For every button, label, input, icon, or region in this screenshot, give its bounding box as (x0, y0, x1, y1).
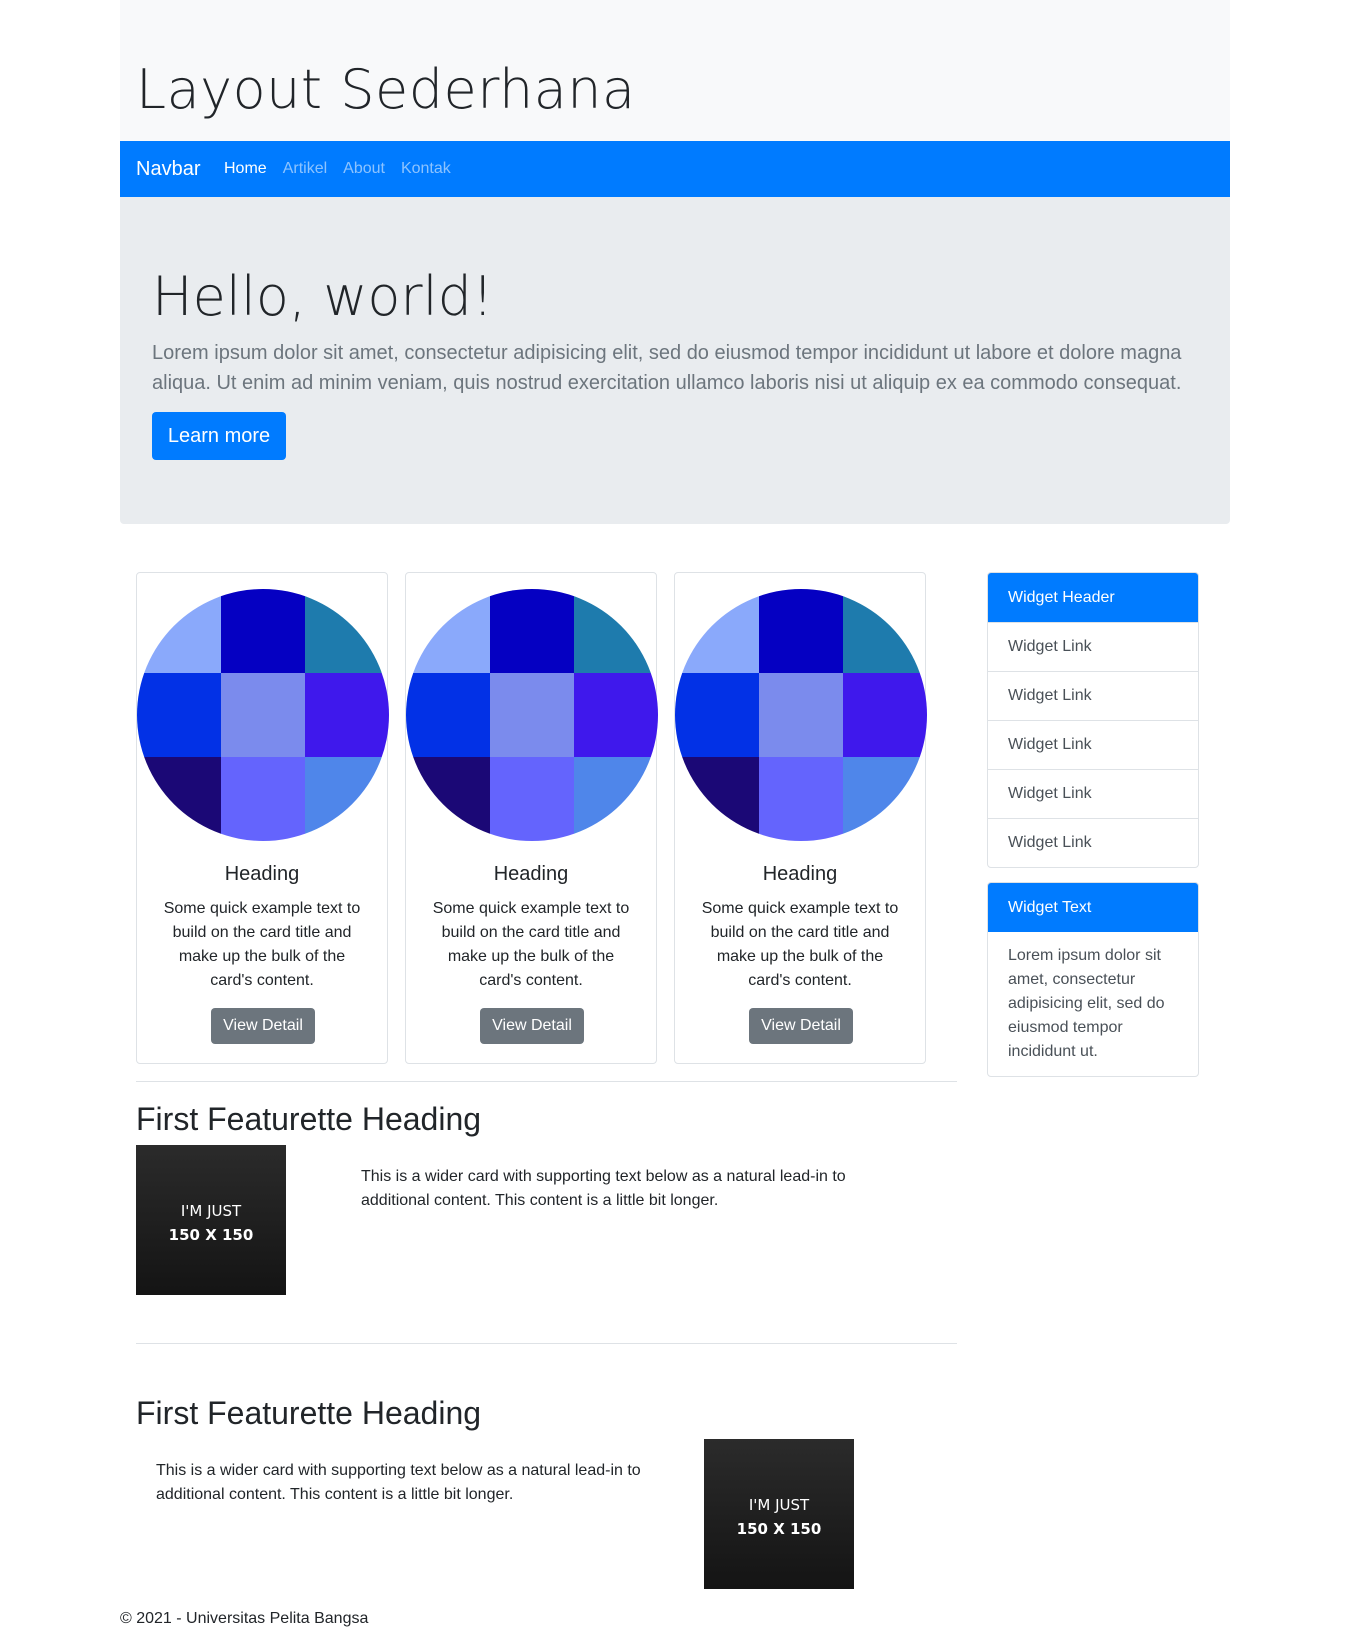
image-tile (221, 757, 305, 841)
navbar: Navbar Home Artikel About Kontak (120, 141, 1230, 197)
widget-text: Widget Text Lorem ipsum dolor sit amet, … (987, 882, 1199, 1077)
card-image (675, 589, 927, 841)
jumbotron-text: Lorem ipsum dolor sit amet, consectetur … (152, 342, 1182, 394)
image-tile (675, 757, 759, 841)
view-detail-button[interactable]: View Detail (211, 1008, 315, 1044)
view-detail-button[interactable]: View Detail (480, 1008, 584, 1044)
image-tile (221, 673, 305, 757)
card-image (406, 589, 658, 841)
image-tile (843, 757, 927, 841)
page-title: Layout Sederhana (136, 58, 636, 121)
featurette-heading: First Featurette Heading (136, 1101, 482, 1137)
image-tile (406, 673, 490, 757)
card-text: Some quick example text to build on the … (701, 900, 899, 989)
card-text: Some quick example text to build on the … (163, 900, 361, 989)
placeholder-line-1: I'M JUST (748, 1496, 810, 1514)
nav-link-artikel[interactable]: Artikel (283, 159, 327, 179)
image-tile (305, 589, 389, 673)
image-tile (137, 757, 221, 841)
widget-text-body: Lorem ipsum dolor sit amet, consectetur … (1008, 947, 1165, 1060)
widget-link[interactable]: Widget Link (988, 671, 1198, 720)
widget-link[interactable]: Widget Link (988, 818, 1198, 867)
card: Heading Some quick example text to build… (405, 572, 658, 1064)
widget-link[interactable]: Widget Link (988, 720, 1198, 769)
image-tile (574, 589, 658, 673)
image-tile (221, 589, 305, 673)
image-tile (843, 589, 927, 673)
image-tile (759, 589, 843, 673)
widget-link[interactable]: Widget Link (988, 622, 1198, 671)
site-header: Layout Sederhana (120, 0, 1230, 141)
featurette-heading: First Featurette Heading (136, 1395, 482, 1431)
image-tile (137, 673, 221, 757)
card-title: Heading (224, 863, 300, 885)
navbar-brand[interactable]: Navbar (136, 156, 200, 182)
widget-link[interactable]: Widget Link (988, 769, 1198, 818)
image-tile (305, 673, 389, 757)
image-tile (137, 589, 221, 673)
placeholder-line-1: I'M JUST (180, 1202, 242, 1220)
nav-link-kontak[interactable]: Kontak (401, 159, 451, 179)
card: Heading Some quick example text to build… (136, 572, 389, 1064)
image-tile (574, 757, 658, 841)
widget-links: Widget Header Widget Link Widget Link Wi… (987, 572, 1199, 868)
nav-links: Home Artikel About Kontak (224, 159, 451, 179)
footer: © 2021 - Universitas Pelita Bangsa (120, 1610, 369, 1627)
card: Heading Some quick example text to build… (674, 572, 927, 1064)
image-tile (490, 757, 574, 841)
image-tile (490, 673, 574, 757)
featurette-text: This is a wider card with supporting tex… (361, 1168, 846, 1209)
placeholder-image: I'M JUST 150 X 150 (704, 1439, 854, 1589)
image-tile (574, 673, 658, 757)
featurette-text: This is a wider card with supporting tex… (156, 1462, 641, 1503)
nav-link-about[interactable]: About (343, 159, 385, 179)
widget-text-header: Widget Text (988, 883, 1198, 932)
divider (136, 1343, 957, 1344)
image-tile (305, 757, 389, 841)
nav-link-home[interactable]: Home (224, 159, 267, 179)
jumbotron-title: Hello, world! (152, 265, 494, 328)
image-tile (759, 757, 843, 841)
placeholder-line-2: 150 X 150 (736, 1520, 822, 1538)
image-tile (406, 757, 490, 841)
image-tile (406, 589, 490, 673)
divider (136, 1081, 957, 1082)
card-text: Some quick example text to build on the … (432, 900, 630, 989)
placeholder-image: I'M JUST 150 X 150 (136, 1145, 286, 1295)
learn-more-button[interactable]: Learn more (152, 412, 286, 460)
image-tile (675, 673, 759, 757)
card-title: Heading (762, 863, 838, 885)
view-detail-button[interactable]: View Detail (749, 1008, 853, 1044)
widget-header: Widget Header (988, 573, 1198, 622)
image-tile (759, 673, 843, 757)
image-tile (843, 673, 927, 757)
image-tile (490, 589, 574, 673)
image-tile (675, 589, 759, 673)
card-title: Heading (493, 863, 569, 885)
jumbotron: Hello, world! Lorem ipsum dolor sit amet… (120, 197, 1230, 524)
card-image (137, 589, 389, 841)
placeholder-line-2: 150 X 150 (168, 1226, 254, 1244)
